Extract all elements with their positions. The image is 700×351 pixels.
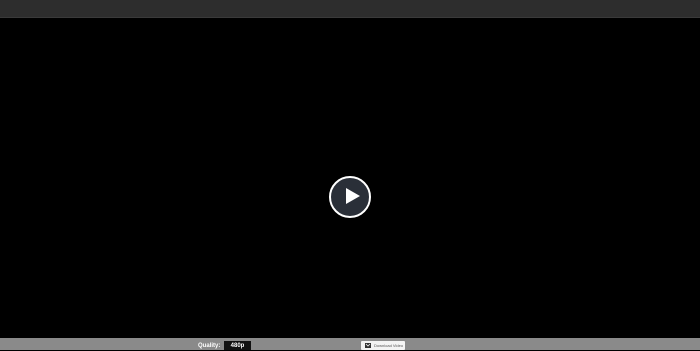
- play-icon: [346, 188, 360, 204]
- quality-select[interactable]: 480p: [224, 341, 251, 350]
- video-area[interactable]: [0, 18, 700, 338]
- download-icon: [365, 343, 371, 348]
- quality-label: Quality:: [198, 343, 221, 349]
- download-label: Download Video: [374, 343, 404, 348]
- top-bar: [0, 0, 700, 18]
- download-video-button[interactable]: Download Video: [361, 341, 405, 350]
- play-button[interactable]: [329, 176, 371, 218]
- control-bar: Quality: 480p Download Video: [0, 338, 700, 350]
